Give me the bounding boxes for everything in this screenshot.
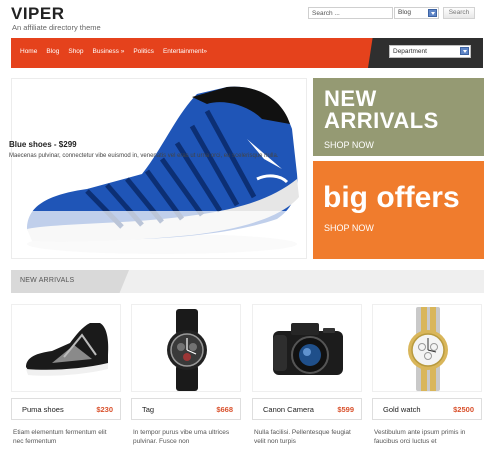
nav-item-blog[interactable]: Blog (46, 48, 59, 55)
product-info-bar: Gold watch $2500 (372, 398, 482, 420)
product-price: $668 (216, 405, 233, 414)
site-logo[interactable]: VIPER (11, 4, 65, 24)
product-image-box[interactable] (372, 304, 482, 392)
main-nav: Home Blog Shop Business » Politics Enter… (20, 48, 207, 55)
chevron-down-icon (460, 47, 469, 55)
wristwatch-image (167, 309, 207, 391)
hero-slider[interactable] (11, 78, 307, 259)
product-description: Etiam elementum fermentum elit nec ferme… (13, 429, 107, 445)
big-offers-banner[interactable]: big offers SHOP NOW (313, 161, 484, 259)
new-arrivals-shop-now[interactable]: SHOP NOW (324, 140, 374, 150)
product-image-box[interactable] (252, 304, 362, 392)
camera-image (273, 323, 343, 375)
gold-watch-image (408, 307, 448, 391)
new-arrivals-banner[interactable]: NEW ARRIVALS SHOP NOW (313, 78, 484, 156)
new-arrivals-line1: NEW (324, 86, 377, 111)
product-price: $599 (337, 405, 354, 414)
department-select-value: Department (393, 48, 427, 55)
nav-item-shop[interactable]: Shop (68, 48, 83, 55)
new-arrivals-line2: ARRIVALS (324, 108, 439, 133)
product-info-bar: Canon Camera $599 (252, 398, 362, 420)
product-card[interactable]: Gold watch $2500 Vestibulum ante ipsum p… (372, 304, 482, 451)
product-image-box[interactable] (131, 304, 241, 392)
product-info-bar: Tag $668 (131, 398, 241, 420)
hero-caption-overlay (12, 211, 306, 258)
hero-title[interactable]: Blue shoes - $299 (9, 140, 77, 149)
product-name[interactable]: Puma shoes (22, 405, 64, 414)
nav-item-entertainment[interactable]: Entertainment» (163, 48, 207, 55)
product-description: Nulla facilisi. Pellentesque feugiat vel… (254, 429, 351, 445)
product-image-box[interactable] (11, 304, 121, 392)
big-offers-shop-now[interactable]: SHOP NOW (324, 223, 374, 233)
nav-item-politics[interactable]: Politics (133, 48, 154, 55)
big-offers-heading: big offers (323, 181, 460, 214)
product-info-bar: Puma shoes $230 (11, 398, 121, 420)
site-tagline: An affiliate directory theme (12, 23, 101, 32)
product-card[interactable]: Canon Camera $599 Nulla facilisi. Pellen… (252, 304, 362, 451)
search-scope-value: Blog (398, 9, 412, 16)
search-scope-select[interactable]: Blog (394, 7, 439, 19)
section-title: NEW ARRIVALS (20, 277, 75, 284)
chevron-down-icon (428, 9, 437, 17)
product-card[interactable]: Puma shoes $230 Etiam elementum fermentu… (11, 304, 121, 451)
product-price: $230 (96, 405, 113, 414)
nav-item-business[interactable]: Business » (93, 48, 125, 55)
product-description: Vestibulum ante ipsum primis in faucibus… (374, 429, 466, 445)
search-input[interactable] (308, 7, 393, 19)
search-button[interactable]: Search (443, 7, 475, 19)
product-description: In tempor purus vibe uma ultrices pulvin… (133, 429, 230, 445)
product-name[interactable]: Gold watch (383, 405, 421, 414)
sneaker-image (26, 323, 109, 376)
product-price: $2500 (453, 405, 474, 414)
new-arrivals-heading: NEW ARRIVALS (324, 88, 439, 132)
product-name[interactable]: Tag (142, 405, 154, 414)
department-select[interactable]: Department (389, 45, 471, 58)
product-card[interactable]: Tag $668 In tempor purus vibe uma ultric… (131, 304, 241, 451)
nav-item-home[interactable]: Home (20, 48, 37, 55)
product-name[interactable]: Canon Camera (263, 405, 314, 414)
hero-description: Maecenas pulvinar, connectetur vibe euis… (9, 153, 279, 159)
